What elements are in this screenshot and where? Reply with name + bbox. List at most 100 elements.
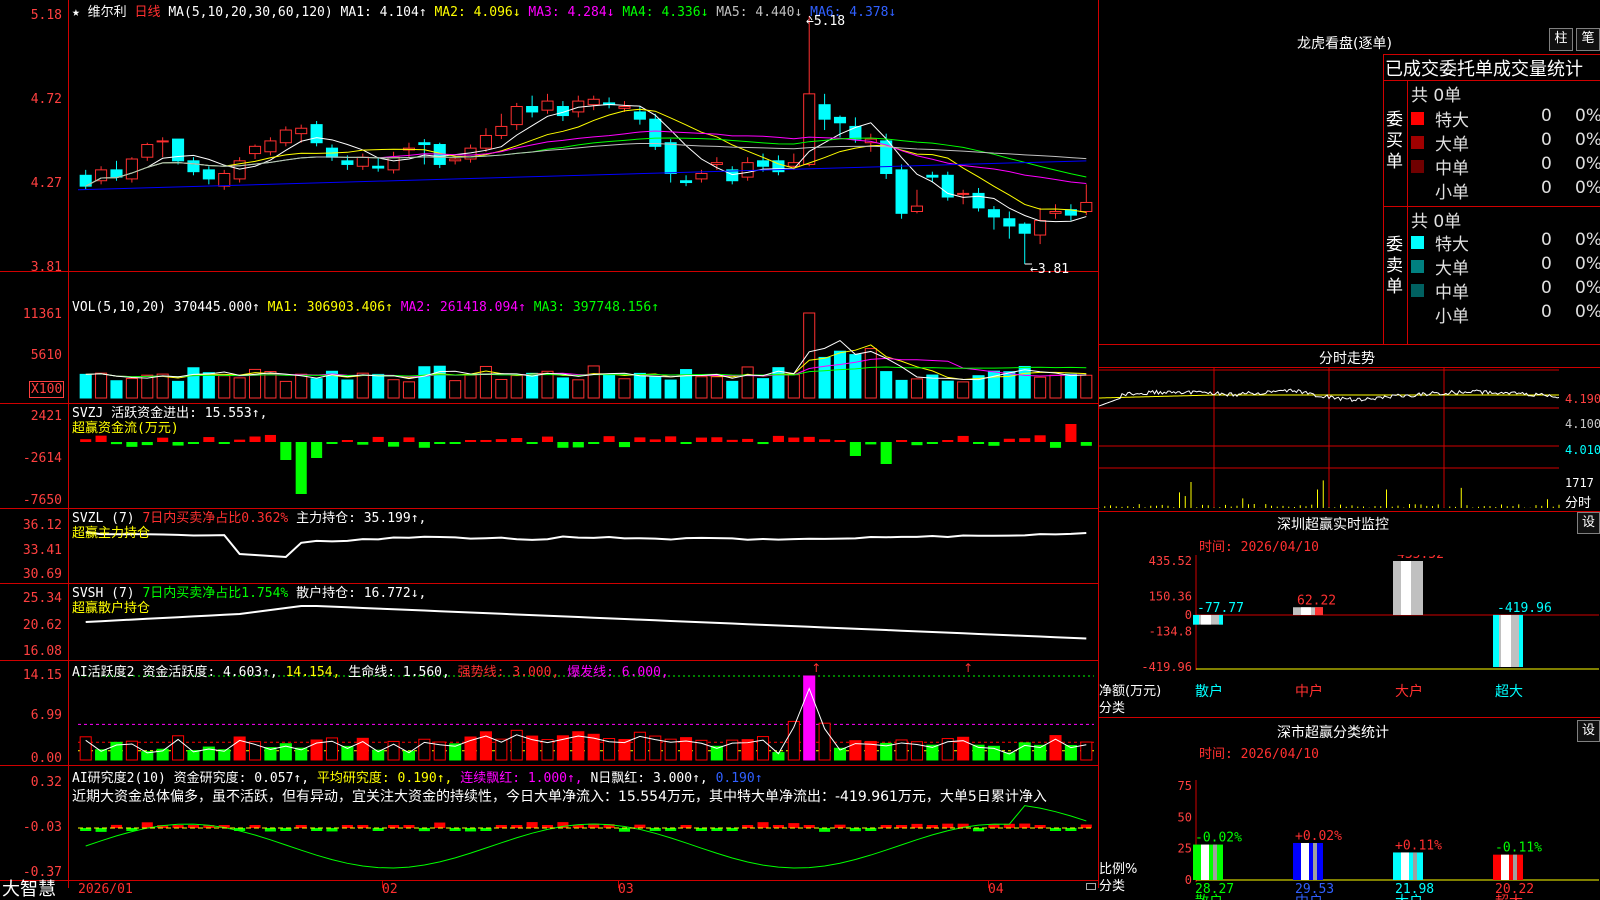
class-xlabel: 分类: [1099, 879, 1126, 894]
vol-title: VOL(5,10,20): [72, 300, 166, 315]
monitor-y-tick: 0: [1185, 608, 1192, 622]
buy-row-pct: 0%: [1575, 106, 1600, 126]
vol-ma3: MA3: 397748.156↑: [533, 300, 660, 315]
class-y-tick: 50: [1178, 810, 1192, 824]
candle: [756, 160, 770, 167]
kline-chart-canvas[interactable]: ↑ ↑: [0, 0, 1098, 888]
fund-flow-bar: [403, 437, 415, 442]
fund-flow-bar: [126, 442, 138, 447]
svzj-y-axis: 2421 -2614 -7650: [0, 403, 68, 508]
lock-icon[interactable]: [1086, 883, 1096, 890]
x-label: 02: [382, 882, 398, 897]
buy-total: 共 0单: [1411, 86, 1462, 106]
sell-side-label: 委卖单: [1386, 235, 1403, 297]
volume-bar: [941, 380, 954, 399]
period-label[interactable]: 日线: [135, 5, 161, 20]
monitor-xlabel: 分类: [1099, 701, 1126, 716]
class-settings-button[interactable]: 设: [1577, 720, 1600, 742]
monitor-bar-edge: [1219, 614, 1223, 625]
fund-flow-bar: [172, 442, 184, 446]
volume-bar: [510, 375, 523, 399]
candle: [1049, 211, 1062, 214]
candle: [987, 209, 1000, 218]
volume-bar: [726, 380, 739, 399]
y-tick: 2421: [30, 409, 62, 424]
pen-mode-button[interactable]: 笔: [1576, 28, 1600, 51]
svzj-title: SVZJ: [72, 406, 104, 421]
fund-flow-bar: [234, 439, 246, 442]
fund-flow-bar: [911, 442, 923, 446]
class-bar-shade: [1313, 842, 1317, 880]
monitor-bar: [1293, 607, 1323, 615]
fund-flow-bar: [772, 435, 784, 442]
svzj-legend: SVZJ 活跃资金进出: 15.553↑, 超赢资金流(万元): [72, 406, 267, 436]
sell-row-pct: 0%: [1575, 278, 1600, 298]
ai-active-title: AI活跃度2: [72, 665, 135, 680]
volume-bar: [526, 372, 539, 399]
volume-ma-line: [85, 339, 1087, 381]
monitor-value-label: 62.22: [1297, 593, 1336, 608]
intraday-price-tick: 4.100: [1565, 417, 1600, 431]
ma4-value: MA4: 4.336↓: [622, 5, 709, 20]
class-stats-chart[interactable]: 7550250-0.02%28.27散户+0.02%29.53中户+0.11%2…: [1099, 760, 1600, 900]
intraday-price-tick: 4.010: [1565, 443, 1600, 457]
monitor-bar-edge: [1193, 614, 1199, 625]
kline-y-axis: 5.18 4.72 4.27 3.81: [0, 0, 68, 275]
fund-flow-bar: [434, 442, 446, 444]
monitor-y-tick: 435.52: [1149, 555, 1192, 568]
candle: [202, 169, 215, 180]
bar-mode-button[interactable]: 柱: [1549, 28, 1573, 51]
fund-flow-bar: [480, 439, 492, 442]
class-y-tick: 75: [1178, 779, 1192, 793]
y-tick: -7650: [22, 493, 62, 508]
ai-research-n-red: N日飘红: 3.000↑,: [590, 771, 708, 786]
candle: [1003, 218, 1016, 227]
intraday-vol-label: 分时: [1565, 496, 1592, 511]
monitor-settings-button[interactable]: 设: [1577, 512, 1600, 534]
candle: [818, 104, 831, 120]
monitor-chart[interactable]: 435.52 150.36 0 -134.8 -419.96 -77.77 散户 62.22 中…: [1099, 555, 1600, 715]
candle: [710, 162, 723, 165]
star-icon[interactable]: ★: [72, 5, 80, 20]
class-stats-title: 深市超赢分类统计: [1277, 725, 1389, 741]
x-tick-mark: [988, 880, 989, 888]
research-bar: [911, 823, 923, 828]
ma2-value: MA2: 4.096↓: [434, 5, 521, 20]
monitor-value-label: -419.96: [1497, 601, 1552, 616]
fund-flow-bar: [157, 437, 169, 442]
fund-flow-bar: [896, 440, 908, 442]
fund-flow-bar: [557, 442, 569, 448]
super-large-color-icon: [1411, 112, 1424, 125]
y-tick: 11361: [22, 307, 62, 322]
volume-bar: [957, 381, 970, 399]
intraday-chart[interactable]: [1099, 368, 1600, 511]
y-tick: -0.03: [22, 820, 62, 835]
ai-research-extra: 0.190↑: [715, 771, 763, 786]
fund-flow-bar: [295, 442, 307, 494]
vol-legend: VOL(5,10,20) 370445.000↑ MA1: 306903.406…: [72, 300, 659, 315]
fund-flow-bar: [572, 442, 584, 448]
svsh-value: 散户持仓: 16.772↓,: [296, 586, 427, 601]
fund-flow-bar: [634, 437, 646, 442]
class-bar: [1493, 854, 1523, 880]
fund-flow-bar: [80, 439, 92, 442]
candle: [479, 134, 492, 149]
fund-flow-bar: [1049, 442, 1062, 448]
fund-flow-bar: [803, 436, 815, 442]
high-price-label: ←5.18: [806, 14, 846, 29]
candle: [849, 125, 862, 140]
volume-bar: [880, 371, 893, 399]
research-bar: [434, 822, 446, 828]
medium-color-icon: [1411, 284, 1424, 297]
monitor-category-label: 超大: [1495, 684, 1523, 700]
brand-logo: 大智慧: [2, 879, 56, 900]
y-tick: 20.62: [22, 618, 62, 633]
sell-total: 共 0单: [1411, 212, 1462, 232]
buy-row-name: 特大: [1435, 111, 1469, 131]
candlestick-layer: [77, 15, 1093, 265]
class-bar-shade: [1413, 852, 1417, 880]
fund-flow-bar: [388, 442, 400, 447]
candle: [310, 124, 323, 144]
y-tick: 16.08: [22, 644, 62, 659]
volume-bar: [495, 378, 508, 399]
